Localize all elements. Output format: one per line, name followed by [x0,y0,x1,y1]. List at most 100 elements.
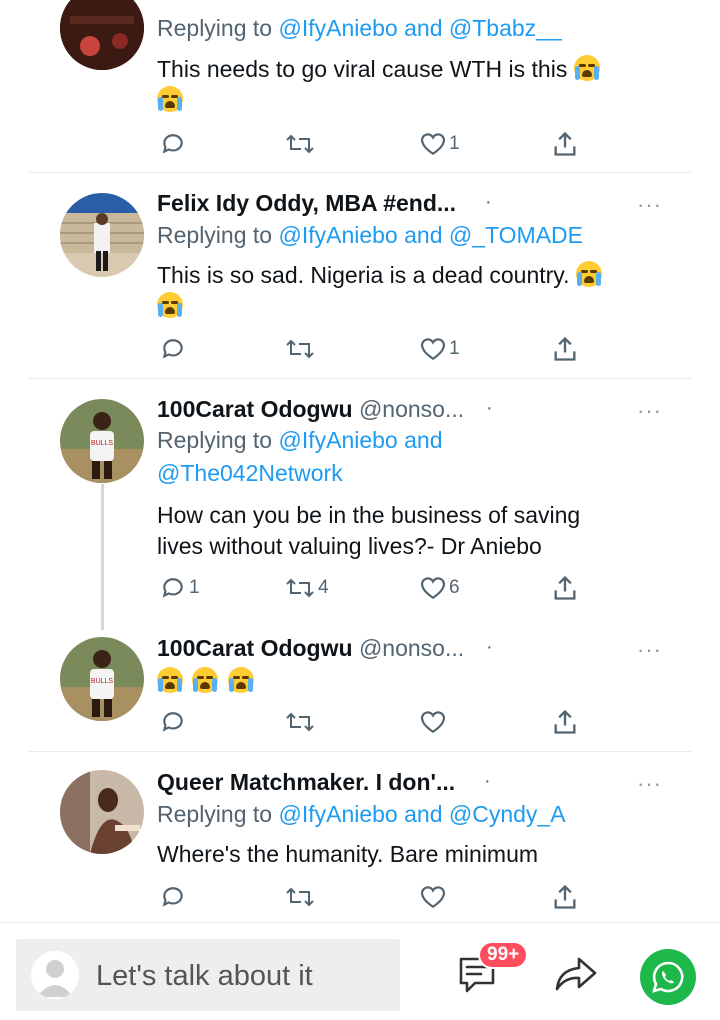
author-name[interactable]: 100Carat Odogwu @nonso... [157,396,464,423]
more-options-icon[interactable]: ··· [637,194,662,216]
heart-icon [421,886,445,909]
author-handle: @nonso... [358,635,465,661]
retweet-button[interactable] [285,882,315,912]
replying-to-label: Replying to [157,427,273,453]
loudly-crying-emoji [575,261,602,287]
share-button[interactable] [551,573,579,603]
replying-to-label: Replying to [157,222,273,248]
tweet-actions: 1 [0,334,720,364]
tweet-actions: 1 [0,129,720,159]
share-button[interactable] [551,334,579,364]
loudly-crying-emoji [157,292,183,318]
forward-arrow-icon [555,957,597,991]
share-button[interactable] [551,882,579,912]
reply-button[interactable] [160,129,189,159]
retweet-icon [286,712,314,732]
author-name[interactable]: 100Carat Odogwu @nonso... [157,635,464,662]
like-button[interactable] [420,882,446,912]
like-button[interactable]: 6 [420,573,460,603]
author-name[interactable]: Queer Matchmaker. I don'... [157,769,455,796]
separator-dot: · [486,636,493,658]
reply-button[interactable] [160,334,186,364]
like-button[interactable]: 1 [420,334,460,364]
reply-button[interactable]: 1 [160,573,200,603]
tweet-actions: 1 4 6 [0,573,720,603]
reply-icon [162,578,183,598]
loudly-crying-emoji [573,55,600,81]
share-post-button[interactable] [553,951,599,997]
share-button[interactable] [551,707,579,737]
tweet-text-content: Where's the humanity. Bare minimum [157,841,539,867]
retweet-icon [286,578,314,598]
whatsapp-icon [652,961,684,993]
tweet-text-content: This needs to go viral cause WTH is this [157,56,568,82]
user-avatar-icon [31,951,79,999]
tweet-2[interactable]: Felix Idy Oddy, MBA #end... · ··· Replyi… [0,173,720,378]
mention-link[interactable]: @IfyAniebo [278,801,397,827]
like-button[interactable]: 1 [420,129,460,159]
loudly-crying-emoji [157,667,183,693]
tweet-4[interactable]: BULLS 100Carat Odogwu @nonso... · ··· [0,619,720,750]
reply-button[interactable] [160,882,186,912]
retweet-button[interactable]: 4 [285,573,329,603]
share-icon [554,709,576,734]
tweet-text: How can you be in the business of saving… [157,500,677,562]
avatar[interactable] [60,0,144,70]
author-name[interactable]: Felix Idy Oddy, MBA #end... [157,190,456,217]
retweet-button[interactable] [285,707,315,737]
tweet-text [157,666,257,697]
avatar[interactable]: BULLS [60,399,144,483]
replying-to-label: Replying to [157,801,273,827]
author-display-name: 100Carat Odogwu [157,635,353,661]
mention-link[interactable]: @_TOMADE [449,222,583,248]
retweet-button[interactable] [285,129,318,159]
loudly-crying-emoji [192,667,219,693]
tweet-actions [0,882,720,912]
share-button[interactable] [551,129,579,159]
mention-link[interactable]: @Tbabz__ [449,15,562,41]
mention-link[interactable]: @The042Network [157,460,343,486]
more-options-icon[interactable]: ··· [637,400,662,422]
like-count: 6 [449,577,460,598]
avatar-image: BULLS [60,399,144,483]
mention-and: and [404,15,443,41]
share-icon [554,131,576,156]
comment-placeholder: Let's talk about it [96,960,313,992]
tweet-text: This is so sad. Nigeria is a dead countr… [157,260,677,322]
loudly-crying-emoji [227,667,254,693]
separator-dot: · [484,770,491,792]
replying-to: Replying to @IfyAniebo and @The042Networ… [157,424,637,490]
tweet-5[interactable]: Queer Matchmaker. I don'... · ··· Replyi… [0,752,720,922]
replying-to: Replying to @IfyAniebo and @Cyndy_A [157,798,566,831]
separator-dot: · [486,397,493,419]
avatar[interactable] [60,193,144,277]
mention-and: and [404,222,443,248]
tweet-1[interactable]: Replying to @IfyAniebo and @Tbabz__ This… [0,0,720,172]
comments-count-badge: 99+ [478,941,529,969]
tweet-3[interactable]: BULLS 100Carat Odogwu @nonso... · ··· Re… [0,379,720,619]
reply-count: 1 [189,577,200,598]
reply-icon [162,339,183,359]
reply-button[interactable] [160,707,186,737]
comment-input[interactable]: Let's talk about it [16,939,400,1011]
mention-and: and [404,427,443,453]
mention-link[interactable]: @Cyndy_A [449,801,566,827]
separator-dot: · [485,191,492,213]
share-icon [554,336,576,361]
mention-link[interactable]: @IfyAniebo [278,15,397,41]
like-button[interactable] [420,707,446,737]
whatsapp-share-button[interactable] [640,949,696,1005]
more-options-icon[interactable]: ··· [637,773,662,795]
heart-icon [421,338,445,361]
like-count: 1 [449,338,460,359]
retweet-count: 4 [318,577,329,598]
mention-link[interactable]: @IfyAniebo [278,427,397,453]
tweet-text-line: lives without valuing lives?- Dr Aniebo [157,533,542,559]
retweet-icon [286,339,314,359]
avatar[interactable] [60,770,144,854]
author-handle: @nonso... [358,396,465,422]
avatar-image [60,770,144,854]
mention-link[interactable]: @IfyAniebo [278,222,397,248]
retweet-button[interactable] [285,334,315,364]
more-options-icon[interactable]: ··· [637,639,662,661]
